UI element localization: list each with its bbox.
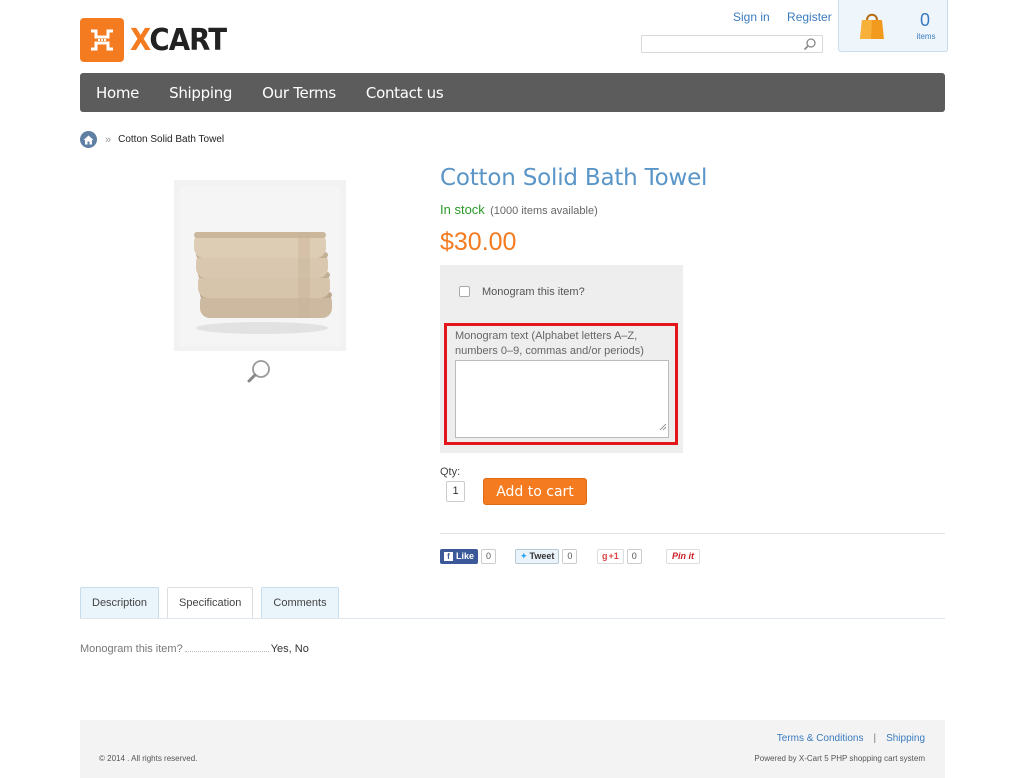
stock-available-count: (1000 items available) (490, 205, 598, 217)
product-title: Cotton Solid Bath Towel (440, 165, 708, 191)
footer-powered-by[interactable]: Powered by X-Cart 5 PHP shopping cart sy… (754, 754, 925, 763)
cart-count: 0 (919, 10, 930, 30)
product-options-panel: Monogram this item? Monogram text (Alpha… (440, 265, 683, 453)
nav-item-shipping[interactable]: Shipping (169, 84, 232, 102)
footer-link-shipping[interactable]: Shipping (886, 733, 925, 744)
facebook-like-widget: f Like 0 (440, 548, 497, 564)
product-price: $30.00 (440, 228, 517, 256)
cart-items-label: items (916, 32, 936, 41)
tab-description[interactable]: Description (80, 587, 160, 619)
nav-item-home[interactable]: Home (96, 84, 139, 102)
mini-cart[interactable]: 0 items (838, 0, 948, 52)
spec-value: Yes, No (270, 643, 309, 655)
sign-in-link[interactable]: Sign in (733, 10, 770, 24)
nav-item-contact-us[interactable]: Contact us (366, 84, 444, 102)
footer-link-terms[interactable]: Terms & Conditions (777, 733, 864, 744)
nav-item-our-terms[interactable]: Our Terms (262, 84, 336, 102)
tab-comments[interactable]: Comments (261, 587, 339, 619)
twitter-tweet-widget: ✦ Tweet 0 (515, 548, 578, 564)
facebook-like-label: Like (456, 551, 475, 561)
main-navigation: Home Shipping Our Terms Contact us (80, 73, 945, 112)
site-logo[interactable]: XCART (80, 18, 235, 62)
monogram-checkbox-label[interactable]: Monogram this item? (482, 286, 585, 298)
search-icon[interactable] (803, 37, 817, 56)
monogram-text-field[interactable] (455, 360, 669, 438)
stock-status-label: In stock (440, 202, 485, 217)
breadcrumb: » Cotton Solid Bath Towel (80, 131, 224, 148)
facebook-icon: f (444, 551, 453, 561)
spec-dotted-leader (184, 644, 269, 652)
facebook-like-count: 0 (481, 548, 497, 564)
search-input[interactable] (641, 35, 823, 53)
tweet-label: Tweet (529, 551, 555, 561)
home-icon[interactable] (80, 131, 97, 148)
google-plus-label: +1 (608, 551, 619, 561)
footer-link-separator: | (873, 733, 877, 744)
section-divider (440, 533, 945, 534)
add-to-cart-button[interactable]: Add to cart (483, 478, 587, 505)
account-links: Sign in Register (733, 10, 846, 24)
monogram-checkbox[interactable] (459, 286, 470, 297)
google-plus-count: 0 (626, 548, 642, 564)
logo-wordmark: XCART (130, 22, 227, 58)
tweet-button[interactable]: ✦ Tweet (515, 548, 560, 564)
tabs-baseline (80, 618, 945, 619)
spec-name: Monogram this item? (80, 643, 183, 655)
footer-links: Terms & Conditions | Shipping (777, 733, 925, 744)
footer-copyright: © 2014 . All rights reserved. (99, 754, 198, 763)
specification-row: Monogram this item? Yes, No (80, 643, 309, 655)
stock-status: In stock (1000 items available) (440, 202, 598, 217)
quantity-input[interactable]: 1 (446, 481, 465, 502)
register-link[interactable]: Register (787, 10, 832, 24)
qty-label: Qty: (440, 466, 461, 478)
google-plus-widget: g +1 0 (597, 548, 642, 564)
monogram-text-label: Monogram text (Alphabet letters A–Z, num… (455, 330, 644, 357)
product-tabs: Description Specification Comments (80, 587, 347, 619)
breadcrumb-separator: » (105, 133, 112, 146)
product-image[interactable] (174, 180, 346, 351)
google-plus-icon: g (602, 551, 608, 561)
twitter-bird-icon: ✦ (520, 550, 528, 561)
site-footer: © 2014 . All rights reserved. Terms & Co… (80, 720, 945, 778)
resize-grip-icon[interactable] (659, 418, 667, 436)
tab-specification[interactable]: Specification (167, 587, 254, 619)
pinterest-widget: Pin it (666, 548, 700, 564)
tweet-count: 0 (562, 548, 578, 564)
shopping-bag-icon (859, 10, 885, 45)
facebook-like-button[interactable]: f Like (440, 548, 479, 564)
breadcrumb-current: Cotton Solid Bath Towel (118, 134, 225, 145)
xcart-logo-icon (80, 18, 124, 62)
google-plus-button[interactable]: g +1 (597, 548, 624, 564)
pin-it-button[interactable]: Pin it (666, 548, 700, 564)
zoom-icon[interactable] (247, 358, 273, 389)
